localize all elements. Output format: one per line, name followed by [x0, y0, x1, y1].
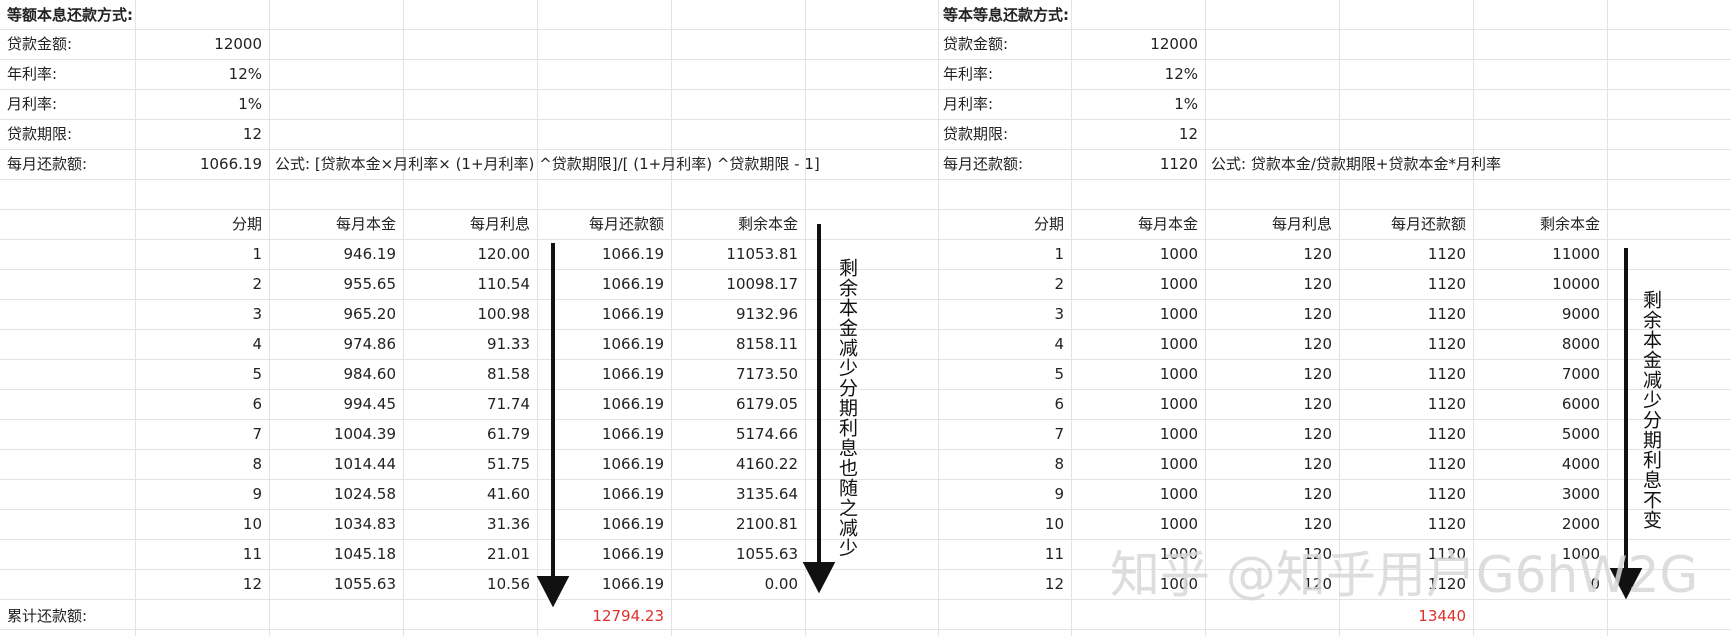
left-arrow-interest — [536, 243, 570, 608]
left-arrow-remaining — [802, 224, 836, 594]
watermark-text: 知乎 @知乎用户G6hW2G — [1110, 546, 1699, 604]
spreadsheet: 等额本息还款方式: 贷款金额: 12000 年利率: 12% 月利率: 1% 贷… — [0, 0, 1731, 636]
